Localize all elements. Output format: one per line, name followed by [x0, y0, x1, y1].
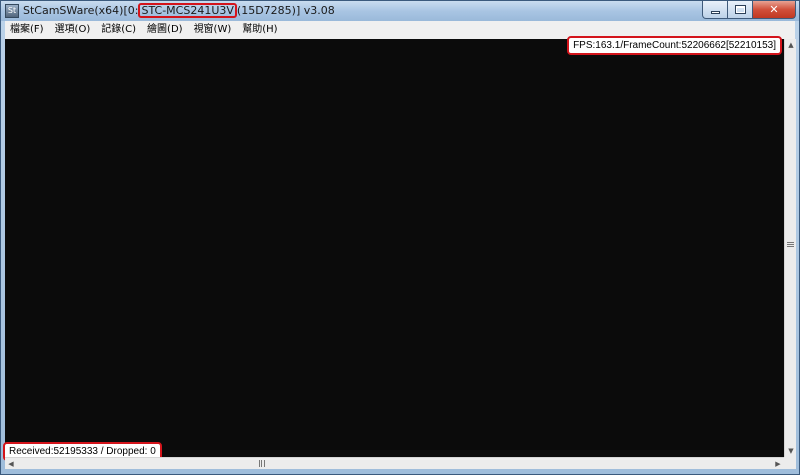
app-window: St StCamSWare(x64)[0: STC-MCS241U3V (15D72… — [0, 0, 800, 475]
maximize-icon — [735, 5, 746, 14]
scrollbar-corner — [784, 457, 796, 469]
close-button[interactable]: ✕ — [753, 1, 796, 19]
menu-draw[interactable]: 繪圖(D) — [142, 21, 189, 39]
scroll-down-icon[interactable]: ▼ — [785, 445, 797, 457]
title-suffix: (15D7285)] v3.08 — [236, 4, 335, 17]
title-prefix: StCamSWare(x64)[0: — [23, 4, 139, 17]
scroll-up-icon[interactable]: ▲ — [785, 39, 797, 51]
hscroll-grip-icon[interactable] — [259, 460, 265, 467]
horizontal-scrollbar[interactable]: ◀ ▶ — [5, 457, 784, 469]
window-controls: ✕ — [702, 1, 796, 19]
title-bar[interactable]: St StCamSWare(x64)[0: STC-MCS241U3V (15D72… — [1, 1, 799, 21]
minimize-button[interactable] — [702, 1, 728, 19]
title-model-highlight: STC-MCS241U3V — [138, 3, 237, 18]
fps-framecount-readout: FPS:163.1/FrameCount:52206662[52210153] — [567, 36, 782, 55]
scroll-left-icon[interactable]: ◀ — [5, 458, 17, 470]
menu-help[interactable]: 幫助(H) — [237, 21, 283, 39]
vertical-scrollbar[interactable]: ▲ ▼ — [784, 39, 796, 457]
menu-window[interactable]: 視窗(W) — [189, 21, 238, 39]
app-icon[interactable]: St — [5, 4, 19, 18]
menu-record[interactable]: 記錄(C) — [96, 21, 142, 39]
scroll-grip-icon[interactable] — [787, 242, 794, 247]
minimize-icon — [711, 11, 720, 14]
menu-file[interactable]: 檔案(F) — [5, 21, 50, 39]
camera-image-view[interactable]: FPS:163.1/FrameCount:52206662[52210153] … — [3, 36, 784, 461]
close-icon: ✕ — [769, 3, 779, 16]
maximize-button[interactable] — [728, 1, 753, 19]
menu-options[interactable]: 選項(O) — [50, 21, 97, 39]
scroll-right-icon[interactable]: ▶ — [772, 458, 784, 470]
window-title: StCamSWare(x64)[0: STC-MCS241U3V (15D7285)… — [23, 3, 335, 18]
